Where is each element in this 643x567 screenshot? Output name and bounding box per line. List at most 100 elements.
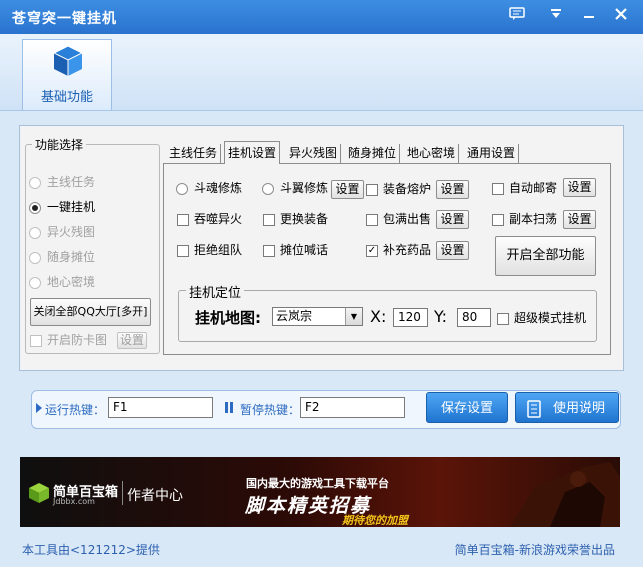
radio-circle [29, 251, 41, 264]
dungeon-sweep-settings-button[interactable]: 设置 [563, 210, 596, 229]
anti-card-settings-button[interactable]: 设置 [117, 332, 147, 349]
map-label: 挂机地图: [195, 309, 261, 327]
full-sell-checkbox[interactable]: 包满出售 [366, 211, 431, 227]
tab-fire-map[interactable]: 异火残图 [286, 144, 342, 163]
radio-fire-map[interactable]: 异火残图 [29, 224, 95, 240]
map-select-value: 云岚宗 [276, 309, 313, 323]
pause-icon [225, 402, 228, 413]
checkbox-label: 补充药品 [383, 243, 432, 257]
help-button[interactable]: 使用说明 [515, 392, 619, 423]
title-bar: 苍穹突一键挂机 [0, 0, 643, 34]
radio-circle [29, 201, 41, 214]
checkbox-box [366, 213, 378, 226]
footer-provider: 本工具由<121212>提供 [22, 543, 160, 557]
pause-hotkey-label: 暂停热键： [240, 403, 301, 417]
checkbox-box [177, 244, 189, 257]
checkbox-label: 拒绝组队 [194, 243, 243, 257]
close-icon[interactable] [610, 7, 632, 27]
tab-stall[interactable]: 随身摊位 [345, 144, 401, 163]
tab-secret-realm[interactable]: 地心密境 [404, 144, 460, 163]
pause-hotkey-input[interactable]: F2 [300, 397, 405, 418]
swallow-fire-checkbox[interactable]: 吞噬异火 [177, 211, 242, 227]
radio-circle [262, 182, 274, 195]
dungeon-sweep-checkbox[interactable]: 副本扫荡 [492, 211, 557, 227]
reject-team-checkbox[interactable]: 拒绝组队 [177, 242, 242, 258]
super-mode-checkbox[interactable]: 超级模式挂机 [497, 310, 586, 326]
x-coordinate-input[interactable]: 120 [393, 308, 428, 327]
refill-potion-settings-button[interactable]: 设置 [436, 241, 469, 260]
stall-shout-checkbox[interactable]: 摊位喊话 [263, 242, 328, 258]
app-window: 苍穹突一键挂机 基础功能 功能选择 主线任务 一键挂机 异火残图 随身摊位 地心… [0, 0, 643, 567]
change-equip-checkbox[interactable]: 更换装备 [263, 211, 328, 227]
radio-wing-training[interactable]: 斗翼修炼 [262, 180, 328, 196]
x-label: X: [370, 307, 387, 326]
banner-headline-sub: 期待您的加盟 [342, 514, 408, 527]
run-hotkey-label: 运行热键： [45, 403, 106, 417]
radio-circle [29, 226, 41, 239]
function-select-title: 功能选择 [32, 136, 87, 153]
radio-label: 斗魂修炼 [194, 181, 243, 195]
anti-card-checkbox[interactable]: 开启防卡图 [30, 332, 107, 348]
play-icon [36, 403, 42, 413]
radio-label: 随身摊位 [47, 250, 96, 264]
divider [122, 481, 123, 505]
y-coordinate-input[interactable]: 80 [457, 308, 491, 327]
close-all-qq-button[interactable]: 关闭全部QQ大厅[多开] [30, 298, 151, 326]
radio-secret-realm[interactable]: 地心密境 [29, 274, 95, 290]
message-icon[interactable] [506, 7, 528, 27]
radio-label: 地心密境 [47, 275, 96, 289]
auto-mail-checkbox[interactable]: 自动邮寄 [492, 180, 557, 196]
brand-url: Jdbbx.com [53, 497, 95, 506]
checkbox-box: ✓ [366, 244, 378, 257]
checkbox-label: 开启防卡图 [47, 333, 108, 347]
nav-tab-label: 基础功能 [40, 90, 93, 105]
checkbox-label: 装备熔炉 [383, 182, 432, 196]
radio-main-quest[interactable]: 主线任务 [29, 174, 95, 190]
map-select[interactable]: 云岚宗 ▼ [272, 307, 363, 326]
banner-headline-small: 国内最大的游戏工具下载平台 [246, 477, 389, 490]
open-all-functions-button[interactable]: 开启全部功能 [495, 236, 596, 276]
checkbox-label: 包满出售 [383, 212, 432, 226]
window-title: 苍穹突一键挂机 [12, 11, 117, 27]
radio-circle [29, 276, 41, 289]
chevron-down-icon[interactable]: ▼ [345, 308, 362, 325]
refill-potion-checkbox[interactable]: ✓ 补充药品 [366, 242, 431, 258]
tab-hangup-settings[interactable]: 挂机设置 [224, 141, 281, 164]
radio-one-key-hangup[interactable]: 一键挂机 [29, 199, 95, 215]
equip-furnace-settings-button[interactable]: 设置 [436, 180, 469, 199]
radio-label: 一键挂机 [47, 200, 96, 214]
wing-settings-button[interactable]: 设置 [331, 180, 364, 199]
checkbox-label: 摊位喊话 [280, 243, 329, 257]
checkbox-box [263, 213, 275, 226]
author-center: 作者中心 [127, 488, 183, 504]
equip-furnace-checkbox[interactable]: 装备熔炉 [366, 181, 431, 197]
nav-tab-basic[interactable]: 基础功能 [22, 39, 112, 110]
radio-circle [29, 176, 41, 189]
checkbox-box [177, 213, 189, 226]
brand-cube-icon [29, 483, 49, 503]
run-hotkey-input[interactable]: F1 [108, 397, 213, 418]
checkbox-box [492, 182, 504, 195]
footer-credits[interactable]: 简单百宝箱-新浪游戏荣誉出品 [455, 541, 615, 558]
document-icon [527, 400, 541, 418]
minimize-icon[interactable] [578, 7, 600, 27]
ad-banner[interactable]: 简单百宝箱 Jdbbx.com 作者中心 国内最大的游戏工具下载平台 脚本精英招… [20, 457, 620, 527]
checkbox-label: 超级模式挂机 [514, 311, 587, 325]
checkbox-box [263, 244, 275, 257]
tab-general-settings[interactable]: 通用设置 [464, 144, 520, 163]
checkbox-box [492, 213, 504, 226]
checkbox-label: 副本扫荡 [509, 212, 558, 226]
full-sell-settings-button[interactable]: 设置 [436, 210, 469, 229]
checkbox-label: 自动邮寄 [509, 181, 558, 195]
warrior-illustration [510, 462, 620, 527]
dropdown-menu-icon[interactable] [545, 7, 567, 27]
auto-mail-settings-button[interactable]: 设置 [563, 178, 596, 197]
checkbox-box [497, 312, 509, 325]
save-settings-button[interactable]: 保存设置 [426, 392, 508, 423]
tab-main-quest[interactable]: 主线任务 [166, 144, 222, 163]
checkbox-label: 吞噬异火 [194, 212, 243, 226]
radio-label: 主线任务 [47, 175, 96, 189]
radio-soul-training[interactable]: 斗魂修炼 [176, 180, 242, 196]
radio-stall[interactable]: 随身摊位 [29, 249, 95, 265]
radio-circle [176, 182, 188, 195]
